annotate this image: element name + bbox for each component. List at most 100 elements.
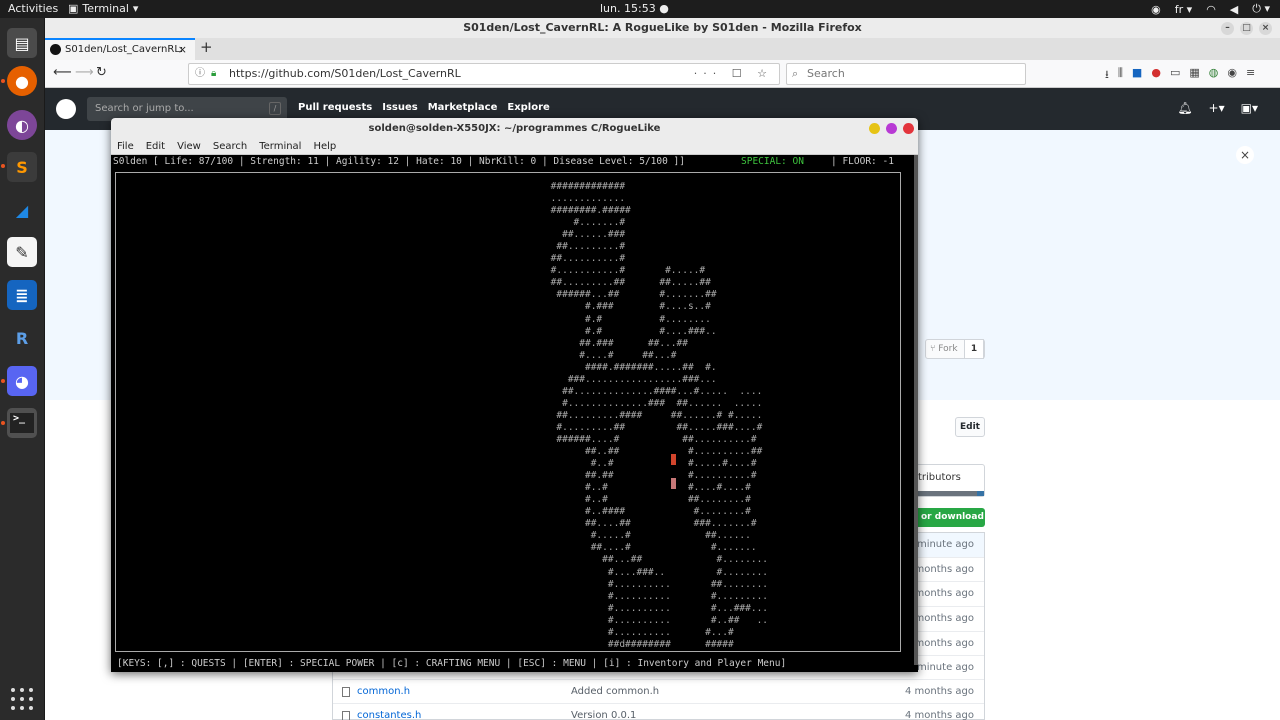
nav-explore[interactable]: Explore bbox=[507, 102, 549, 113]
dock: ▤ ● ◐ S ◢ ✎ ≣ R ◕ >_ bbox=[0, 18, 45, 720]
commit-message[interactable]: Added common.h bbox=[571, 680, 659, 704]
enemy-marker bbox=[671, 454, 676, 465]
discord-tray-icon[interactable]: ◉ bbox=[1151, 3, 1161, 16]
files-icon[interactable]: ▤ bbox=[7, 28, 37, 58]
search-field[interactable]: ⌕ Search bbox=[786, 63, 1026, 85]
github-header-actions: 🔔︎ +▾ ▣▾ bbox=[1177, 101, 1258, 115]
avatar[interactable]: ▣▾ bbox=[1241, 101, 1258, 115]
fork-button[interactable]: ⑂ Fork 1 bbox=[925, 339, 985, 359]
menu-file[interactable]: File bbox=[117, 139, 134, 154]
forward-icon[interactable]: ⟶ bbox=[75, 65, 94, 80]
plus-icon[interactable]: +▾ bbox=[1209, 101, 1225, 115]
clock[interactable]: lun. 15:53 ● bbox=[600, 2, 669, 15]
browser-tab[interactable]: S01den/Lost_CavernRL: × bbox=[45, 38, 195, 60]
app-menu-label: Terminal bbox=[82, 2, 129, 15]
tab-close-icon[interactable]: × bbox=[178, 40, 187, 59]
contributors-label: tributors bbox=[918, 472, 961, 483]
game-map-frame: ############# ............. ########.###… bbox=[115, 172, 901, 652]
minimize-icon[interactable]: – bbox=[1221, 22, 1234, 35]
commit-message[interactable]: Version 0.0.1 bbox=[571, 704, 636, 720]
tab-bar: S01den/Lost_CavernRL: × + bbox=[45, 38, 1280, 60]
rstudio-icon[interactable]: R bbox=[7, 323, 37, 353]
terminal-screen[interactable]: S0lden [ Life: 87/100 | Strength: 11 | A… bbox=[111, 155, 914, 672]
commit-age: 4 months ago bbox=[905, 710, 974, 720]
file-row[interactable]: constantes.h Version 0.0.1 4 months ago bbox=[333, 703, 984, 720]
github-logo-icon[interactable] bbox=[56, 99, 76, 119]
maximize-icon[interactable]: □ bbox=[1240, 22, 1253, 35]
close-icon[interactable] bbox=[903, 123, 914, 134]
github-favicon bbox=[50, 44, 61, 55]
navigation-toolbar: ⟵ ⟶ ↻ ⓘ 🔒︎ https://github.com/S01den/Los… bbox=[45, 60, 1280, 88]
menu-help[interactable]: Help bbox=[313, 139, 336, 154]
bell-icon[interactable]: 🔔︎ bbox=[1177, 101, 1192, 115]
banner-close-icon[interactable]: × bbox=[1236, 146, 1254, 164]
menu-terminal[interactable]: Terminal bbox=[259, 139, 301, 154]
ubuntu-top-bar: Activities ▣ Terminal ▾ lun. 15:53 ● ◉ f… bbox=[0, 0, 1280, 18]
wireshark-icon[interactable]: ◢ bbox=[7, 195, 37, 225]
terminal-prompt-icon: >_ bbox=[10, 413, 34, 433]
nav-marketplace[interactable]: Marketplace bbox=[428, 102, 498, 113]
minimize-icon[interactable] bbox=[869, 123, 880, 134]
info-icon[interactable]: ⓘ bbox=[195, 64, 205, 84]
chevron-down-icon: ▾ bbox=[132, 2, 139, 15]
search-placeholder: Search bbox=[807, 67, 845, 80]
nav-issues[interactable]: Issues bbox=[382, 102, 417, 113]
new-tab-icon[interactable]: + bbox=[200, 38, 213, 56]
sidebar-icon[interactable]: ▭ bbox=[1170, 66, 1180, 85]
file-row[interactable]: common.h Added common.h 4 months ago bbox=[333, 679, 984, 703]
app-menu[interactable]: ▣ Terminal ▾ bbox=[68, 2, 138, 15]
extension-icon[interactable]: ■ bbox=[1132, 66, 1142, 85]
tor-browser-icon[interactable]: ◐ bbox=[7, 110, 37, 140]
firefox-icon[interactable]: ● bbox=[7, 66, 37, 96]
terminal-window: solden@solden-X550JX: ~/programmes C/Rog… bbox=[111, 118, 918, 672]
discord-icon[interactable]: ◕ bbox=[7, 366, 37, 396]
libreoffice-writer-icon[interactable]: ≣ bbox=[7, 280, 37, 310]
extension-2-icon[interactable]: ◍ bbox=[1209, 66, 1219, 85]
clone-download-button[interactable]: or download ▾ bbox=[915, 508, 985, 541]
clock-label: lun. 15:53 bbox=[600, 2, 656, 15]
file-name[interactable]: common.h bbox=[357, 680, 410, 704]
terminal-icon[interactable]: >_ bbox=[7, 408, 37, 438]
library-icon[interactable]: ⫼ bbox=[1118, 66, 1123, 85]
contributors-summary[interactable]: tributors bbox=[915, 464, 985, 497]
firefox-titlebar: S01den/Lost_CavernRL: A RogueLike by S01… bbox=[45, 18, 1280, 38]
fork-count[interactable]: 1 bbox=[964, 339, 984, 359]
github-nav: Pull requests Issues Marketplace Explore bbox=[298, 102, 550, 113]
reader-icon[interactable]: ▦ bbox=[1189, 66, 1199, 85]
nav-pull-requests[interactable]: Pull requests bbox=[298, 102, 372, 113]
file-icon bbox=[342, 687, 350, 697]
account-icon[interactable]: ◉ bbox=[1227, 66, 1237, 85]
keys-help-line: [KEYS: [,] : QUESTS | [ENTER] : SPECIAL … bbox=[117, 658, 787, 669]
file-name[interactable]: constantes.h bbox=[357, 704, 421, 720]
menu-search[interactable]: Search bbox=[213, 139, 247, 154]
lock-icon: 🔒︎ bbox=[211, 68, 217, 79]
download-label: or download bbox=[921, 512, 984, 522]
back-icon[interactable]: ⟵ bbox=[53, 65, 72, 80]
terminal-scrollbar[interactable] bbox=[914, 155, 918, 665]
page-actions-icon[interactable]: ··· ☐ ☆ bbox=[694, 64, 773, 84]
hamburger-menu-icon[interactable]: ≡ bbox=[1246, 66, 1255, 85]
menu-view[interactable]: View bbox=[177, 139, 201, 154]
search-icon: ⌕ bbox=[792, 67, 799, 80]
running-indicator bbox=[1, 421, 5, 425]
url-bar[interactable]: ⓘ 🔒︎ https://github.com/S01den/Lost_Cave… bbox=[188, 63, 780, 85]
menu-edit[interactable]: Edit bbox=[146, 139, 165, 154]
window-title: S01den/Lost_CavernRL: A RogueLike by S01… bbox=[463, 21, 862, 34]
downloads-icon[interactable]: ⭳ bbox=[1105, 66, 1109, 85]
language-indicator[interactable]: fr ▾ bbox=[1175, 3, 1192, 16]
terminal-menubar: File Edit View Search Terminal Help bbox=[111, 139, 918, 155]
file-icon bbox=[342, 711, 350, 720]
commit-age: 4 months ago bbox=[905, 686, 974, 697]
text-editor-icon[interactable]: ✎ bbox=[7, 237, 37, 267]
activities-button[interactable]: Activities bbox=[8, 2, 58, 15]
system-tray[interactable]: ◉ fr ▾ ◠ ◀ ⏻ ▾ bbox=[1151, 2, 1270, 16]
sublime-text-icon[interactable]: S bbox=[7, 152, 37, 182]
language-bar bbox=[916, 491, 984, 496]
close-icon[interactable]: × bbox=[1259, 22, 1272, 35]
player-status-line: S0lden [ Life: 87/100 | Strength: 11 | A… bbox=[113, 156, 685, 167]
show-applications-icon[interactable] bbox=[11, 688, 33, 710]
adblock-icon[interactable]: ● bbox=[1151, 66, 1161, 85]
edit-button[interactable]: Edit bbox=[955, 417, 985, 437]
reload-icon[interactable]: ↻ bbox=[96, 65, 107, 80]
maximize-icon[interactable] bbox=[886, 123, 897, 134]
